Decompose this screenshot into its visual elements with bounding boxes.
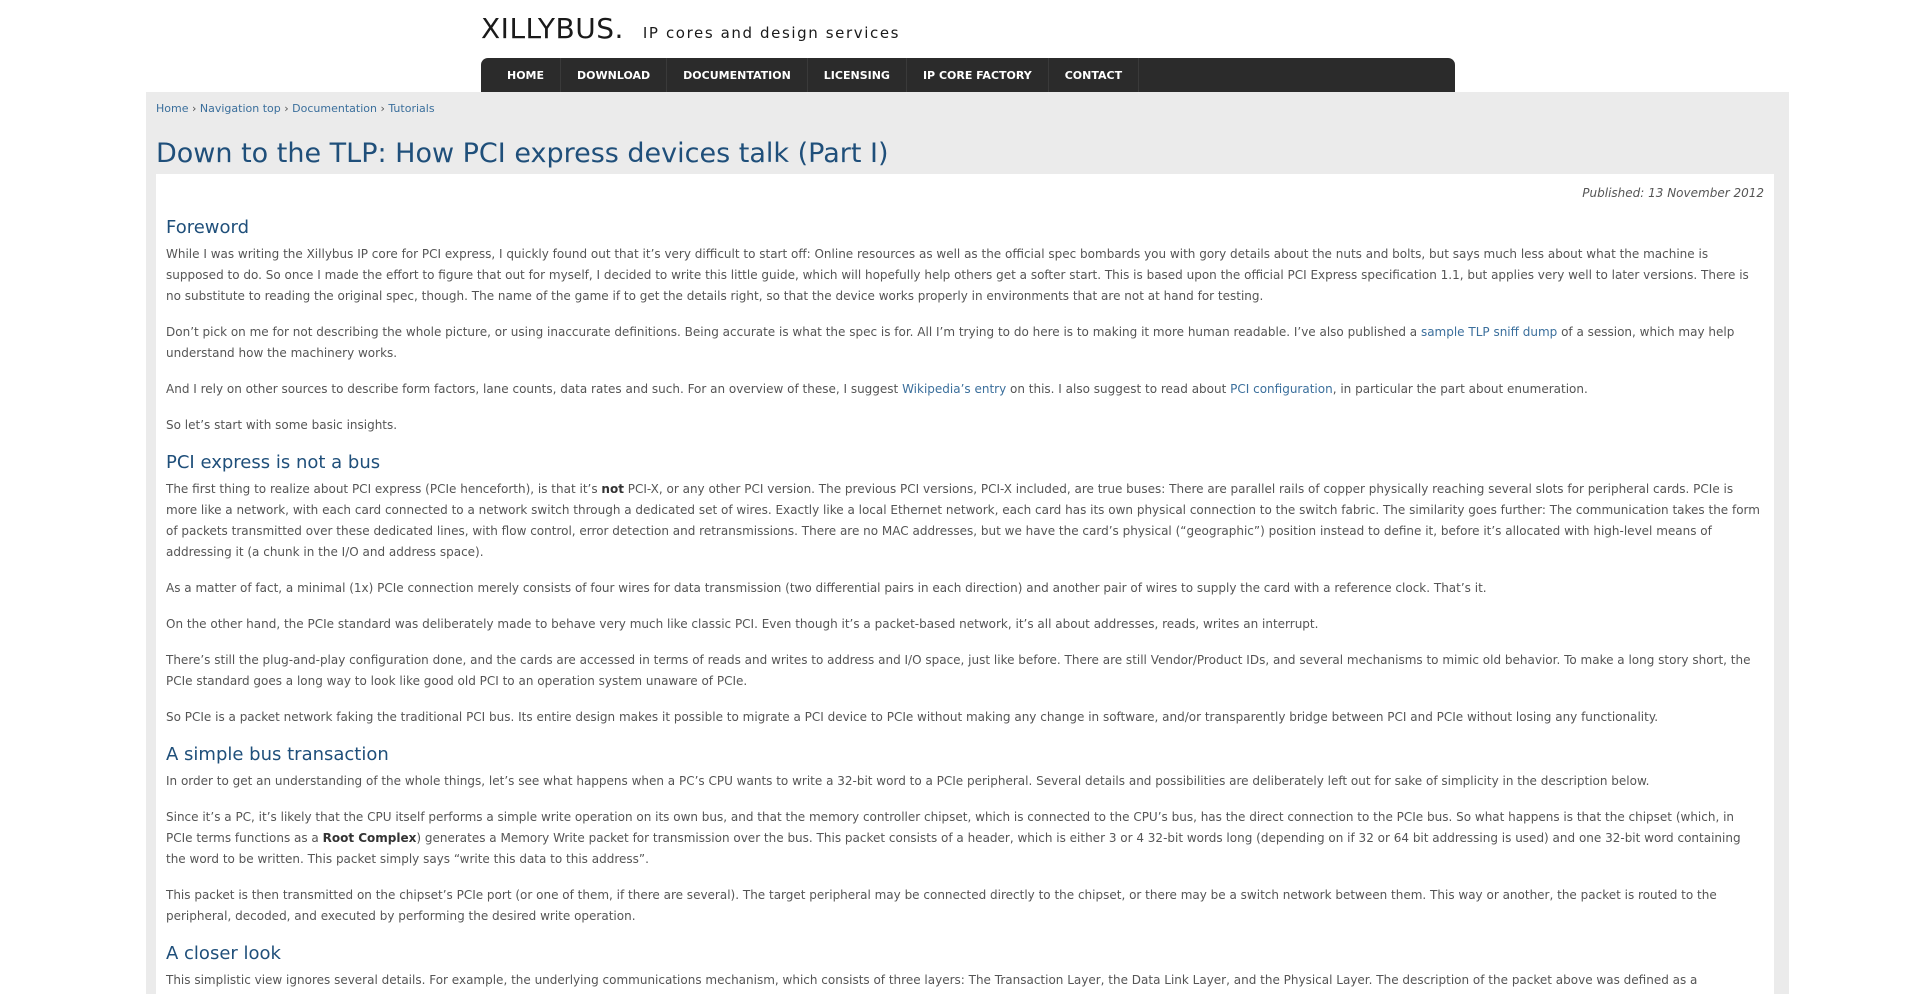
nav-download[interactable]: DOWNLOAD <box>561 58 668 92</box>
wikipedia-entry-link[interactable]: Wikipedia’s entry <box>902 382 1006 396</box>
paragraph: Since it’s a PC, it’s likely that the CP… <box>166 807 1764 870</box>
breadcrumb-separator: › <box>284 102 293 115</box>
article-body: Foreword While I was writing the Xillybu… <box>166 216 1764 994</box>
text: And I rely on other sources to describe … <box>166 382 903 396</box>
page-title: Down to the TLP: How PCI express devices… <box>156 138 889 169</box>
logo-name: XILLYBUS. <box>481 12 624 45</box>
breadcrumb-documentation[interactable]: Documentation <box>292 102 377 115</box>
paragraph: So PCIe is a packet network faking the t… <box>166 710 1659 724</box>
text: Don’t pick on me for not describing the … <box>166 325 1421 339</box>
breadcrumb-separator: › <box>191 102 200 115</box>
paragraph: As a matter of fact, a minimal (1x) PCIe… <box>166 581 1487 595</box>
main-nav: HOME DOWNLOAD DOCUMENTATION LICENSING IP… <box>481 58 1455 92</box>
section-heading-closer-look: A closer look <box>166 943 281 964</box>
text: , in particular the part about enumerati… <box>1332 382 1588 396</box>
page-container: Home › Navigation top › Documentation › … <box>146 92 1789 994</box>
breadcrumb-home[interactable]: Home <box>156 102 188 115</box>
logo-tagline: IP cores and design services <box>642 24 901 42</box>
paragraph: So let’s start with some basic insights. <box>166 418 398 432</box>
paragraph: In order to get an understanding of the … <box>166 774 1650 788</box>
section-heading-not-a-bus: PCI express is not a bus <box>166 452 381 473</box>
nav-contact[interactable]: CONTACT <box>1049 58 1140 92</box>
paragraph: Don’t pick on me for not describing the … <box>166 322 1764 364</box>
paragraph: And I rely on other sources to describe … <box>166 379 1764 400</box>
breadcrumb: Home › Navigation top › Documentation › … <box>156 102 435 115</box>
breadcrumb-navigation-top[interactable]: Navigation top <box>200 102 281 115</box>
paragraph: There’s still the plug-and-play configur… <box>166 653 1751 688</box>
site-logo[interactable]: XILLYBUS. IP cores and design services <box>481 12 900 46</box>
published-date: Published: 13 November 2012 <box>1582 186 1764 200</box>
section-heading-simple-bus-transaction: A simple bus transaction <box>166 744 389 765</box>
paragraph: The first thing to realize about PCI exp… <box>166 479 1764 563</box>
breadcrumb-tutorials[interactable]: Tutorials <box>388 102 434 115</box>
article-content: Published: 13 November 2012 Foreword Whi… <box>156 174 1774 994</box>
nav-ip-core-factory[interactable]: IP CORE FACTORY <box>907 58 1049 92</box>
sample-tlp-sniff-dump-link[interactable]: sample TLP sniff dump <box>1421 325 1557 339</box>
paragraph: This simplistic view ignores several det… <box>166 973 1698 987</box>
nav-licensing[interactable]: LICENSING <box>808 58 907 92</box>
text: on this. I also suggest to read about <box>1006 382 1231 396</box>
section-heading-foreword: Foreword <box>166 217 250 238</box>
paragraph: On the other hand, the PCIe standard was… <box>166 617 1319 631</box>
nav-home[interactable]: HOME <box>481 58 562 92</box>
text: The first thing to realize about PCI exp… <box>166 482 602 496</box>
bold-text: Root Complex <box>322 831 417 845</box>
nav-documentation[interactable]: DOCUMENTATION <box>667 58 808 92</box>
bold-text: not <box>601 482 624 496</box>
paragraph: This packet is then transmitted on the c… <box>166 888 1717 923</box>
pci-configuration-link[interactable]: PCI configuration <box>1230 382 1333 396</box>
site-header: XILLYBUS. IP cores and design services H… <box>0 0 1920 92</box>
paragraph: While I was writing the Xillybus IP core… <box>166 247 1749 303</box>
